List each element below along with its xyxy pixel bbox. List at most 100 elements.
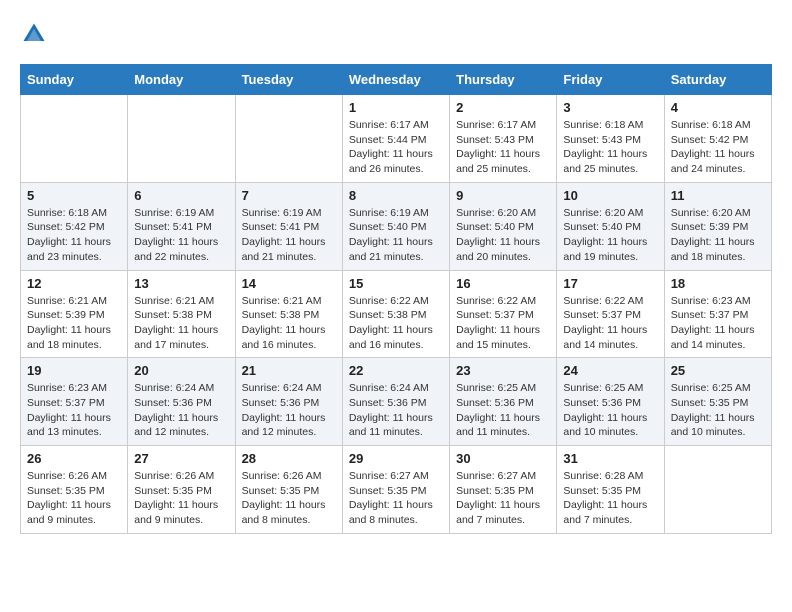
calendar-week-row: 26 Sunrise: 6:26 AM Sunset: 5:35 PM Dayli… [21, 446, 772, 534]
day-number: 11 [671, 188, 765, 203]
calendar-cell: 9 Sunrise: 6:20 AM Sunset: 5:40 PM Daylig… [450, 182, 557, 270]
calendar-cell: 28 Sunrise: 6:26 AM Sunset: 5:35 PM Dayli… [235, 446, 342, 534]
day-number: 15 [349, 276, 443, 291]
calendar-cell: 31 Sunrise: 6:28 AM Sunset: 5:35 PM Dayli… [557, 446, 664, 534]
day-number: 31 [563, 451, 657, 466]
weekday-header-row: SundayMondayTuesdayWednesdayThursdayFrid… [21, 65, 772, 95]
day-info: Sunrise: 6:26 AM Sunset: 5:35 PM Dayligh… [134, 469, 228, 528]
day-info: Sunrise: 6:28 AM Sunset: 5:35 PM Dayligh… [563, 469, 657, 528]
weekday-header-sunday: Sunday [21, 65, 128, 95]
day-number: 22 [349, 363, 443, 378]
day-number: 4 [671, 100, 765, 115]
day-info: Sunrise: 6:27 AM Sunset: 5:35 PM Dayligh… [349, 469, 443, 528]
day-number: 16 [456, 276, 550, 291]
day-info: Sunrise: 6:18 AM Sunset: 5:42 PM Dayligh… [27, 206, 121, 265]
day-number: 20 [134, 363, 228, 378]
day-number: 19 [27, 363, 121, 378]
page-header [20, 20, 772, 48]
day-number: 5 [27, 188, 121, 203]
day-info: Sunrise: 6:25 AM Sunset: 5:36 PM Dayligh… [456, 381, 550, 440]
day-number: 6 [134, 188, 228, 203]
day-info: Sunrise: 6:21 AM Sunset: 5:38 PM Dayligh… [242, 294, 336, 353]
day-number: 28 [242, 451, 336, 466]
calendar-cell: 2 Sunrise: 6:17 AM Sunset: 5:43 PM Daylig… [450, 95, 557, 183]
day-info: Sunrise: 6:20 AM Sunset: 5:40 PM Dayligh… [563, 206, 657, 265]
calendar-cell: 24Sunrise: 6:25 AM Sunset: 5:36 PM Dayli… [557, 358, 664, 446]
day-info: Sunrise: 6:20 AM Sunset: 5:39 PM Dayligh… [671, 206, 765, 265]
day-info: Sunrise: 6:26 AM Sunset: 5:35 PM Dayligh… [242, 469, 336, 528]
day-number: 26 [27, 451, 121, 466]
weekday-header-monday: Monday [128, 65, 235, 95]
day-info: Sunrise: 6:21 AM Sunset: 5:38 PM Dayligh… [134, 294, 228, 353]
calendar-cell: 16 Sunrise: 6:22 AM Sunset: 5:37 PM Dayli… [450, 270, 557, 358]
day-info: Sunrise: 6:22 AM Sunset: 5:37 PM Dayligh… [456, 294, 550, 353]
calendar-cell: 17 Sunrise: 6:22 AM Sunset: 5:37 PM Dayli… [557, 270, 664, 358]
calendar-cell [235, 95, 342, 183]
calendar-cell: 29 Sunrise: 6:27 AM Sunset: 5:35 PM Dayli… [342, 446, 449, 534]
day-info: Sunrise: 6:25 AM Sunset: 5:36 PM Dayligh… [563, 381, 657, 440]
calendar-cell: 26 Sunrise: 6:26 AM Sunset: 5:35 PM Dayli… [21, 446, 128, 534]
day-info: Sunrise: 6:17 AM Sunset: 5:44 PM Dayligh… [349, 118, 443, 177]
calendar-cell: 27Sunrise: 6:26 AM Sunset: 5:35 PM Dayli… [128, 446, 235, 534]
day-info: Sunrise: 6:23 AM Sunset: 5:37 PM Dayligh… [671, 294, 765, 353]
day-number: 30 [456, 451, 550, 466]
day-number: 12 [27, 276, 121, 291]
calendar-week-row: 5 Sunrise: 6:18 AM Sunset: 5:42 PM Daylig… [21, 182, 772, 270]
calendar-cell: 10 Sunrise: 6:20 AM Sunset: 5:40 PM Dayli… [557, 182, 664, 270]
day-info: Sunrise: 6:26 AM Sunset: 5:35 PM Dayligh… [27, 469, 121, 528]
day-number: 23 [456, 363, 550, 378]
day-number: 10 [563, 188, 657, 203]
day-number: 13 [134, 276, 228, 291]
calendar-cell: 18 Sunrise: 6:23 AM Sunset: 5:37 PM Dayli… [664, 270, 771, 358]
day-number: 2 [456, 100, 550, 115]
day-number: 3 [563, 100, 657, 115]
logo-icon [20, 20, 48, 48]
day-number: 8 [349, 188, 443, 203]
calendar-cell: 15 Sunrise: 6:22 AM Sunset: 5:38 PM Dayli… [342, 270, 449, 358]
calendar-cell: 22Sunrise: 6:24 AM Sunset: 5:36 PM Dayli… [342, 358, 449, 446]
calendar-cell [664, 446, 771, 534]
calendar-cell: 11 Sunrise: 6:20 AM Sunset: 5:39 PM Dayli… [664, 182, 771, 270]
calendar-week-row: 19Sunrise: 6:23 AM Sunset: 5:37 PM Dayli… [21, 358, 772, 446]
calendar-cell: 23 Sunrise: 6:25 AM Sunset: 5:36 PM Dayli… [450, 358, 557, 446]
calendar-cell: 7 Sunrise: 6:19 AM Sunset: 5:41 PM Daylig… [235, 182, 342, 270]
day-info: Sunrise: 6:18 AM Sunset: 5:43 PM Dayligh… [563, 118, 657, 177]
day-number: 29 [349, 451, 443, 466]
day-info: Sunrise: 6:22 AM Sunset: 5:37 PM Dayligh… [563, 294, 657, 353]
calendar-cell: 4 Sunrise: 6:18 AM Sunset: 5:42 PM Daylig… [664, 95, 771, 183]
calendar-table: SundayMondayTuesdayWednesdayThursdayFrid… [20, 64, 772, 534]
day-number: 14 [242, 276, 336, 291]
day-number: 1 [349, 100, 443, 115]
calendar-cell: 5 Sunrise: 6:18 AM Sunset: 5:42 PM Daylig… [21, 182, 128, 270]
day-info: Sunrise: 6:19 AM Sunset: 5:41 PM Dayligh… [134, 206, 228, 265]
calendar-cell: 21 Sunrise: 6:24 AM Sunset: 5:36 PM Dayli… [235, 358, 342, 446]
calendar-cell [128, 95, 235, 183]
day-info: Sunrise: 6:24 AM Sunset: 5:36 PM Dayligh… [134, 381, 228, 440]
calendar-cell: 8Sunrise: 6:19 AM Sunset: 5:40 PM Daylig… [342, 182, 449, 270]
weekday-header-thursday: Thursday [450, 65, 557, 95]
calendar-cell: 20 Sunrise: 6:24 AM Sunset: 5:36 PM Dayli… [128, 358, 235, 446]
day-info: Sunrise: 6:19 AM Sunset: 5:41 PM Dayligh… [242, 206, 336, 265]
day-info: Sunrise: 6:17 AM Sunset: 5:43 PM Dayligh… [456, 118, 550, 177]
day-number: 21 [242, 363, 336, 378]
day-info: Sunrise: 6:20 AM Sunset: 5:40 PM Dayligh… [456, 206, 550, 265]
calendar-cell: 14 Sunrise: 6:21 AM Sunset: 5:38 PM Dayli… [235, 270, 342, 358]
calendar-cell: 12Sunrise: 6:21 AM Sunset: 5:39 PM Dayli… [21, 270, 128, 358]
weekday-header-friday: Friday [557, 65, 664, 95]
calendar-cell: 1 Sunrise: 6:17 AM Sunset: 5:44 PM Daylig… [342, 95, 449, 183]
calendar-cell: 25Sunrise: 6:25 AM Sunset: 5:35 PM Dayli… [664, 358, 771, 446]
calendar-cell: 30Sunrise: 6:27 AM Sunset: 5:35 PM Dayli… [450, 446, 557, 534]
weekday-header-wednesday: Wednesday [342, 65, 449, 95]
day-number: 7 [242, 188, 336, 203]
day-info: Sunrise: 6:18 AM Sunset: 5:42 PM Dayligh… [671, 118, 765, 177]
calendar-cell [21, 95, 128, 183]
day-info: Sunrise: 6:24 AM Sunset: 5:36 PM Dayligh… [242, 381, 336, 440]
day-info: Sunrise: 6:22 AM Sunset: 5:38 PM Dayligh… [349, 294, 443, 353]
day-number: 17 [563, 276, 657, 291]
calendar-cell: 19Sunrise: 6:23 AM Sunset: 5:37 PM Dayli… [21, 358, 128, 446]
calendar-week-row: 12Sunrise: 6:21 AM Sunset: 5:39 PM Dayli… [21, 270, 772, 358]
weekday-header-tuesday: Tuesday [235, 65, 342, 95]
day-number: 9 [456, 188, 550, 203]
day-number: 18 [671, 276, 765, 291]
day-number: 25 [671, 363, 765, 378]
